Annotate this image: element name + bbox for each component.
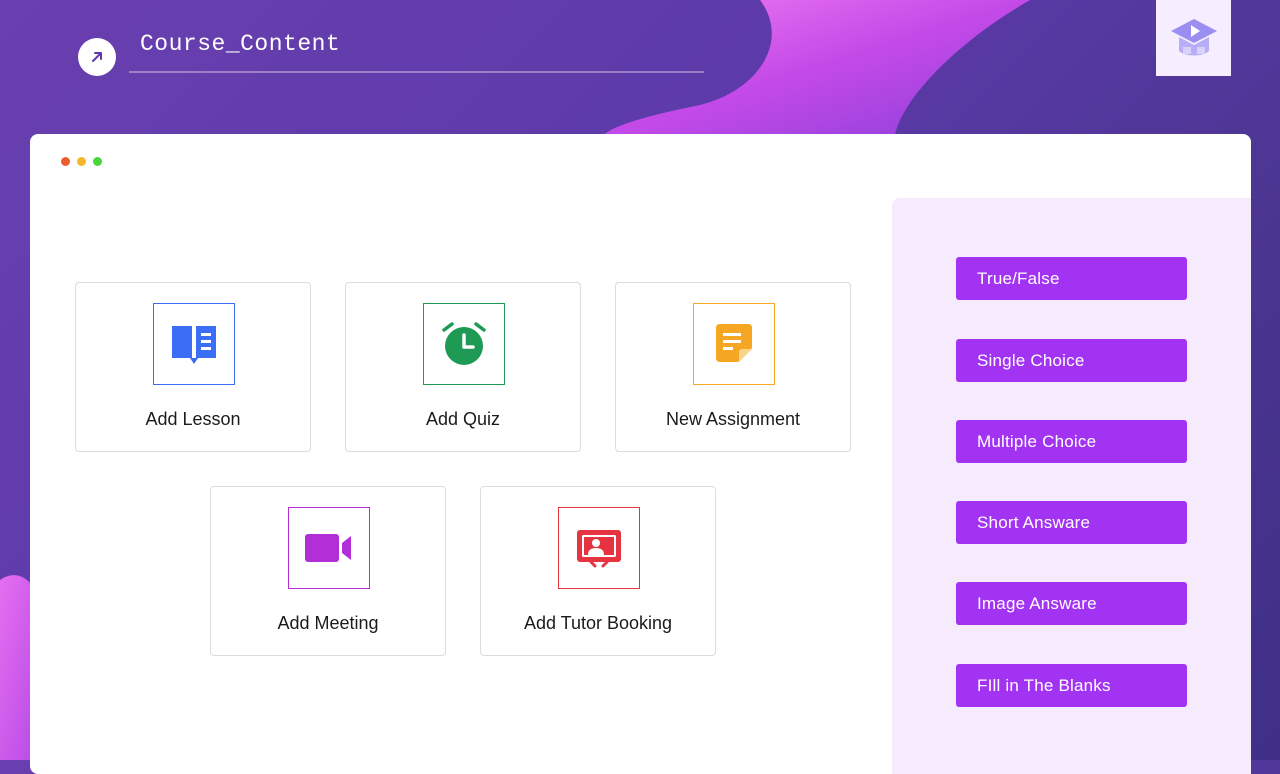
assignment-icon-frame [693, 303, 775, 385]
app-logo [1156, 0, 1231, 76]
window-controls [61, 157, 102, 166]
app-window: Add Lesson Add Quiz New Assignment Add M… [30, 134, 1251, 774]
alarm-clock-icon [442, 322, 486, 365]
single-choice-button[interactable]: Single Choice [956, 339, 1187, 382]
meeting-icon-frame [288, 507, 370, 589]
back-button[interactable] [78, 38, 116, 76]
lesson-icon-frame [153, 303, 235, 385]
card-label: Add Tutor Booking [523, 613, 673, 633]
card-label: New Assignment [665, 409, 801, 429]
note-icon [716, 324, 752, 362]
page-title: Course_Content [140, 31, 341, 57]
add-meeting-card[interactable]: Add Meeting [210, 486, 446, 656]
question-types-panel: True/False Single Choice Multiple Choice… [892, 198, 1251, 774]
arrow-up-right-icon [92, 52, 102, 62]
card-label: Add Quiz [425, 409, 501, 429]
short-answer-button[interactable]: Short Answare [956, 501, 1187, 544]
minimize-dot[interactable] [77, 157, 86, 166]
maximize-dot[interactable] [93, 157, 102, 166]
close-dot[interactable] [61, 157, 70, 166]
add-quiz-card[interactable]: Add Quiz [345, 282, 581, 452]
fill-in-blanks-button[interactable]: FIll in The Blanks [956, 664, 1187, 707]
book-icon [172, 326, 216, 364]
new-assignment-card[interactable]: New Assignment [615, 282, 851, 452]
image-answer-button[interactable]: Image Answare [956, 582, 1187, 625]
graduation-cap-play-icon [1170, 19, 1217, 56]
add-tutor-booking-card[interactable]: Add Tutor Booking [480, 486, 716, 656]
tutor-booking-icon-frame [558, 507, 640, 589]
card-label: Add Meeting [277, 613, 379, 633]
card-label: Add Lesson [145, 409, 241, 429]
multiple-choice-button[interactable]: Multiple Choice [956, 420, 1187, 463]
quiz-icon-frame [423, 303, 505, 385]
presentation-icon [577, 530, 621, 568]
title-underline [129, 71, 704, 73]
video-camera-icon [305, 534, 351, 562]
add-lesson-card[interactable]: Add Lesson [75, 282, 311, 452]
true-false-button[interactable]: True/False [956, 257, 1187, 300]
